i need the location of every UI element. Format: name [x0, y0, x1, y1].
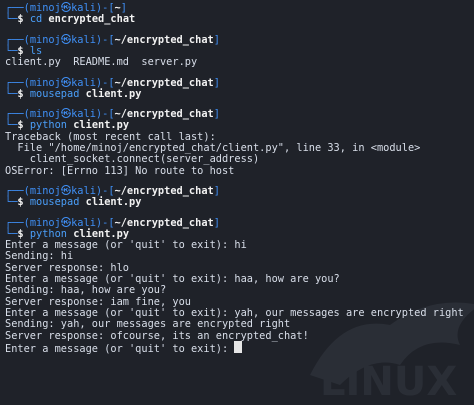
output-text: Enter a message (or 'quit' to exit): haa… [5, 273, 340, 285]
command-name: python [29, 227, 68, 240]
prompt-corner-bottom: └─ [5, 119, 18, 132]
prompt-dollar: $ [17, 44, 24, 57]
traceback-line: OSError: [Errno 113] No route to host [5, 165, 234, 177]
output-text: Enter a message (or 'quit' to exit): yah… [5, 306, 464, 319]
text-cursor[interactable] [234, 340, 243, 353]
output-text: Enter a message (or 'quit' to exit): hi [5, 239, 247, 252]
output-text: File "/home/minoj/encrypted_chat/client.… [5, 142, 421, 154]
command-name: cd [29, 13, 43, 26]
prompt-dollar: $ [17, 227, 24, 240]
prompt-close: ] [213, 216, 220, 229]
command-argument: client.py [85, 87, 142, 100]
prompt-dir: ~/encrypted_chat [114, 33, 214, 46]
prompt-corner-bottom: └─ [5, 227, 18, 240]
prompt-sep: )-[ [95, 76, 115, 89]
prompt-dir: ~/encrypted_chat [114, 76, 214, 89]
traceback-line: client_socket.connect(server_address) [5, 153, 259, 165]
prompt-command-line: └─$ cd encrypted_chat [5, 13, 135, 25]
terminal-output: ┌──(minoj㉿kali)-[~] └─$ cd encrypted_chat… [0, 0, 474, 405]
command-argument: client.py [73, 227, 130, 240]
output-text: Sending: haa, how are you? [5, 284, 167, 297]
prompt-close: ] [213, 33, 220, 46]
output-text: Server response: ofcourse, its an encryp… [5, 329, 309, 342]
prompt-close: ] [213, 184, 220, 197]
prompt-dir: ~/encrypted_chat [114, 108, 214, 121]
command-argument: client.py [73, 119, 130, 132]
prompt-corner: ┌──( [5, 76, 30, 89]
prompt-close: ] [213, 76, 220, 89]
prompt-command-line: └─$ python client.py [5, 119, 129, 131]
kali-skull-icon: ㉿ [60, 216, 72, 229]
output-text: client.py README.md server.py [5, 56, 198, 69]
chat-output-line: Server response: iam fine, you [5, 296, 191, 308]
output-text: OSError: [Errno 113] No route to host [5, 164, 235, 177]
chat-output-line: Sending: haa, how are you? [5, 284, 166, 296]
prompt-corner-bottom: └─ [5, 13, 18, 26]
kali-skull-icon: ㉿ [60, 76, 72, 89]
prompt-host: kali [71, 33, 96, 46]
prompt-corner: ┌──( [5, 33, 30, 46]
prompt-header: ┌──(minoj㉿kali)-[~/encrypted_chat] [5, 77, 220, 89]
prompt-dollar: $ [17, 196, 24, 209]
traceback-line: Traceback (most recent call last): [5, 131, 216, 143]
kali-skull-icon: ㉿ [60, 33, 72, 46]
prompt-command-line: └─$ ls [5, 45, 42, 57]
prompt-corner-bottom: └─ [5, 196, 18, 209]
output-text: Enter a message (or 'quit' to exit): [5, 342, 235, 355]
prompt-dollar: $ [17, 87, 24, 100]
command-argument: client.py [85, 196, 142, 209]
prompt-header: ┌──(minoj㉿kali)-[~/encrypted_chat] [5, 217, 220, 229]
output-text: Server response: iam fine, you [5, 295, 191, 308]
output-text: Sending: hi [5, 250, 74, 263]
prompt-dir: ~/encrypted_chat [114, 216, 214, 229]
chat-output-line: Enter a message (or 'quit' to exit): yah… [5, 307, 464, 319]
prompt-user: minoj [29, 216, 61, 229]
chat-output-line: Enter a message (or 'quit' to exit): [5, 340, 243, 355]
prompt-command-line: └─$ python client.py [5, 228, 129, 240]
output-text: Server response: hlo [5, 261, 129, 274]
prompt-dollar: $ [17, 13, 24, 26]
traceback-line: File "/home/minoj/encrypted_chat/client.… [5, 142, 420, 154]
prompt-corner: ┌──( [5, 216, 30, 229]
prompt-corner-bottom: └─ [5, 87, 18, 100]
command-name: python [29, 119, 68, 132]
output-text: Traceback (most recent call last): [5, 130, 216, 143]
prompt-host: kali [71, 216, 96, 229]
terminal-window[interactable]: LINUX ┌──(minoj㉿kali)-[~] └─$ cd encrypte… [0, 0, 474, 405]
ls-output: client.py README.md server.py [5, 56, 197, 68]
chat-output-line: Sending: hi [5, 250, 73, 262]
output-text: Sending: yah, our messages are encrypted… [5, 318, 291, 331]
chat-output-line: Sending: yah, our messages are encrypted… [5, 318, 290, 330]
prompt-close: ] [213, 108, 220, 121]
chat-output-line: Enter a message (or 'quit' to exit): haa… [5, 273, 340, 285]
prompt-user: minoj [29, 76, 61, 89]
chat-output-line: Server response: hlo [5, 262, 129, 274]
output-text: client_socket.connect(server_address) [5, 153, 260, 166]
prompt-host: kali [71, 76, 96, 89]
command-name: mousepad [29, 87, 80, 100]
prompt-sep: )-[ [95, 216, 115, 229]
prompt-user: minoj [29, 33, 61, 46]
prompt-corner-bottom: └─ [5, 44, 18, 57]
prompt-header: ┌──(minoj㉿kali)-[~/encrypted_chat] [5, 34, 220, 46]
command-argument: encrypted_chat [48, 13, 136, 26]
chat-output-line: Server response: ofcourse, its an encryp… [5, 330, 309, 342]
chat-output-line: Enter a message (or 'quit' to exit): hi [5, 239, 247, 251]
command-name: mousepad [29, 196, 80, 209]
prompt-command-line: └─$ mousepad client.py [5, 88, 141, 100]
prompt-dollar: $ [17, 119, 24, 132]
command-name: ls [29, 44, 43, 57]
prompt-command-line: └─$ mousepad client.py [5, 196, 141, 208]
prompt-sep: )-[ [95, 33, 115, 46]
